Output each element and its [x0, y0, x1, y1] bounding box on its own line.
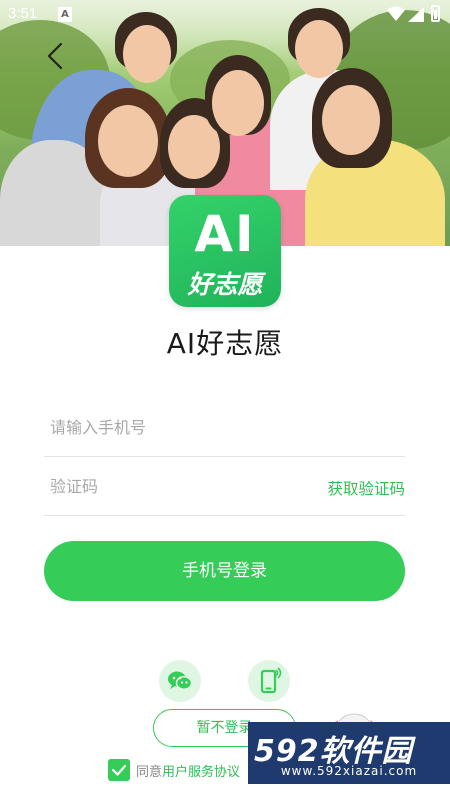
watermark-url: www.592xiazai.com: [280, 764, 418, 778]
one-click-login-button[interactable]: [248, 660, 290, 702]
user-agreement-link[interactable]: 用户服务协议: [162, 765, 240, 780]
phone-input[interactable]: [50, 413, 300, 441]
battery-icon: [431, 5, 440, 22]
wifi-icon: [387, 6, 405, 21]
get-code-button[interactable]: 获取验证码: [327, 477, 405, 499]
phone-field: [44, 399, 405, 457]
wechat-login-button[interactable]: [159, 660, 201, 702]
wechat-icon: [168, 671, 193, 690]
back-arrow-icon[interactable]: [40, 40, 72, 72]
code-field: 获取验证码: [44, 458, 405, 516]
app-name: AI好志愿: [166, 327, 284, 360]
phone-login-button[interactable]: 手机号登录: [44, 541, 405, 601]
agreement-prefix: 同意: [136, 765, 163, 780]
agreement-label: 同意用户服务协议: [136, 761, 240, 780]
agreement-checkbox[interactable]: [108, 759, 130, 781]
signal-icon: [408, 7, 424, 22]
logo-cn-text: 好志愿: [187, 270, 263, 299]
app-logo: AI 好志愿: [169, 195, 281, 307]
logo-ai-text: AI: [194, 205, 256, 263]
verification-code-input[interactable]: [50, 472, 300, 500]
status-bar: 3:51 A: [0, 0, 450, 30]
site-watermark: 592软件园 www.592xiazai.com: [248, 722, 450, 784]
sim-icon: A: [58, 7, 72, 22]
phone-icon: [260, 667, 282, 694]
status-time: 3:51: [8, 5, 38, 22]
